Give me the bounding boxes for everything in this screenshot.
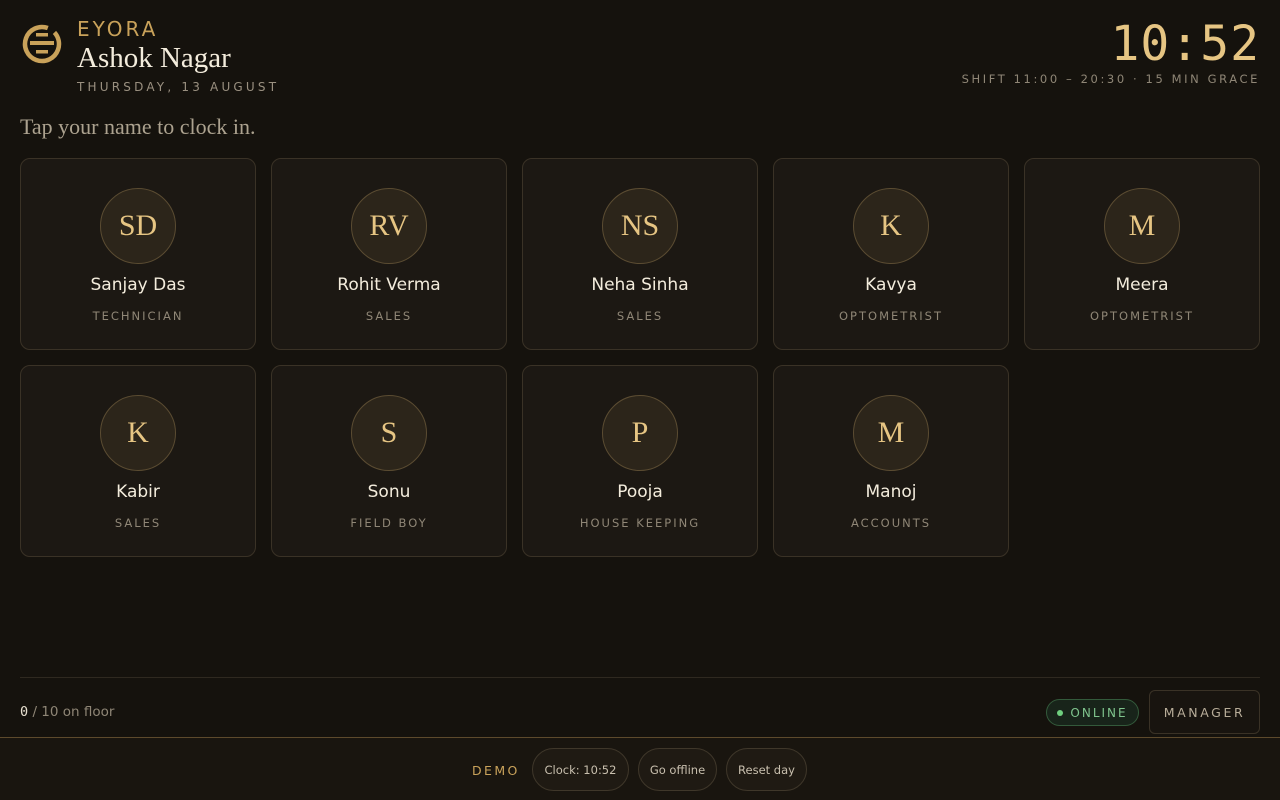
header: EYORA Ashok Nagar THURSDAY, 13 AUGUST 10…: [20, 14, 1260, 98]
manager-button[interactable]: MANAGER: [1149, 690, 1260, 734]
staff-card[interactable]: SD Sanjay Das TECHNICIAN: [20, 158, 256, 350]
floor-count-value: 0: [20, 704, 29, 720]
avatar: S: [351, 395, 427, 471]
shift-info: SHIFT 11:00 – 20:30 · 15 MIN GRACE: [961, 72, 1260, 86]
staff-card[interactable]: M Manoj ACCOUNTS: [773, 365, 1009, 557]
staff-role: SALES: [616, 309, 664, 323]
staff-card[interactable]: P Pooja HOUSE KEEPING: [522, 365, 758, 557]
staff-grid: SD Sanjay Das TECHNICIAN RV Rohit Verma …: [20, 158, 1260, 557]
staff-role: FIELD BOY: [350, 516, 428, 530]
staff-card[interactable]: K Kavya OPTOMETRIST: [773, 158, 1009, 350]
clock-demo-button[interactable]: Clock: 10:52: [532, 748, 629, 791]
demo-label: DEMO: [472, 763, 520, 778]
staff-name: Neha Sinha: [591, 275, 689, 295]
footer-divider: [20, 677, 1260, 678]
staff-card[interactable]: S Sonu FIELD BOY: [271, 365, 507, 557]
avatar: NS: [602, 188, 678, 264]
staff-role: ACCOUNTS: [850, 516, 932, 530]
staff-name: Kabir: [116, 482, 160, 502]
staff-name: Pooja: [617, 482, 663, 502]
staff-role: OPTOMETRIST: [839, 309, 943, 323]
clock-display: 10:52: [1110, 16, 1260, 72]
avatar: M: [853, 395, 929, 471]
staff-card[interactable]: M Meera OPTOMETRIST: [1024, 158, 1260, 350]
staff-role: TECHNICIAN: [92, 309, 184, 323]
avatar: RV: [351, 188, 427, 264]
staff-name: Rohit Verma: [337, 275, 441, 295]
avatar: K: [100, 395, 176, 471]
clock-in-prompt: Tap your name to clock in.: [20, 114, 256, 139]
staff-name: Sonu: [367, 482, 411, 502]
avatar: K: [853, 188, 929, 264]
avatar: M: [1104, 188, 1180, 264]
floor-count-total: / 10 on floor: [32, 704, 115, 720]
staff-card[interactable]: K Kabir SALES: [20, 365, 256, 557]
brand-name: EYORA: [77, 17, 159, 41]
staff-role: SALES: [365, 309, 413, 323]
staff-name: Kavya: [865, 275, 917, 295]
staff-role: HOUSE KEEPING: [579, 516, 701, 530]
store-name: Ashok Nagar: [77, 42, 231, 74]
avatar: SD: [100, 188, 176, 264]
status-dot-icon: [1057, 709, 1064, 716]
staff-role: SALES: [114, 516, 162, 530]
current-date: THURSDAY, 13 AUGUST: [77, 80, 280, 94]
reset-day-button[interactable]: Reset day: [726, 748, 807, 791]
staff-card[interactable]: RV Rohit Verma SALES: [271, 158, 507, 350]
demo-bar: DEMO Clock: 10:52 Go offline Reset day: [0, 737, 1280, 800]
staff-name: Meera: [1115, 275, 1169, 295]
on-floor-count: 0 / 10 on floor: [20, 704, 114, 720]
eyora-logo-icon: [22, 24, 62, 64]
online-status-label: ONLINE: [1070, 705, 1128, 720]
online-status-badge: ONLINE: [1046, 699, 1139, 726]
staff-role: OPTOMETRIST: [1090, 309, 1194, 323]
staff-name: Manoj: [865, 482, 917, 502]
avatar: P: [602, 395, 678, 471]
staff-card[interactable]: NS Neha Sinha SALES: [522, 158, 758, 350]
staff-name: Sanjay Das: [90, 275, 186, 295]
go-offline-button[interactable]: Go offline: [638, 748, 717, 791]
